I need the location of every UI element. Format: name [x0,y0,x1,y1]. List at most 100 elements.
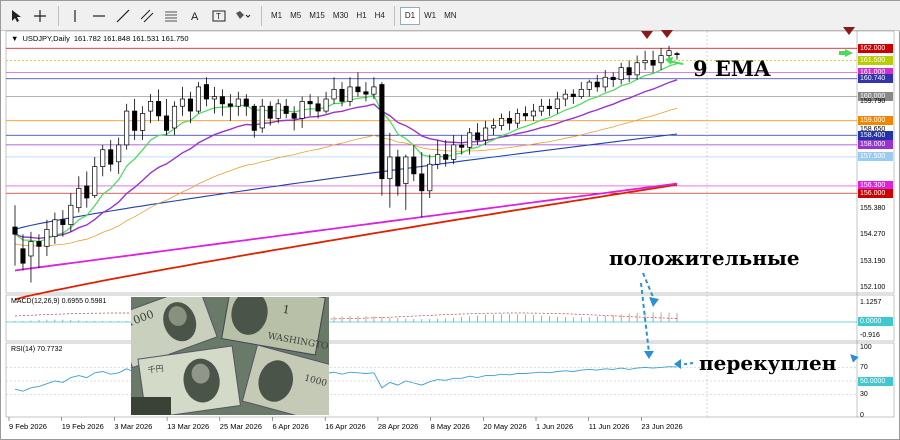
rsi-title: RSI(14) 70.7732 [11,346,63,353]
candle-body [522,113,529,117]
candle-body [307,101,313,105]
candle-body [116,144,122,163]
candle-body [163,115,170,131]
price-label: 157.500 [858,152,893,162]
candle-body [419,173,425,192]
price-label: 156.000 [858,188,893,198]
date-label: 1 Jun 2026 [536,422,574,431]
date-label: 28 Apr 2026 [377,422,419,431]
candle-body [299,101,305,119]
chart-title: ▼ USDJPY,Daily 161.782 161.848 161.531 161… [11,34,193,43]
date-label: 13 Mar 2026 [167,422,210,431]
candle-body [219,96,225,105]
rsi-axis-label: 30 [860,391,868,399]
candle-body [187,98,194,112]
date-label: 20 May 2026 [483,422,527,431]
date-label: 8 May 2026 [430,422,470,431]
date-label: 11 Jun 2026 [588,422,630,431]
price-label: 162.000 [858,43,893,53]
price-label: 153.190 [860,257,886,265]
candle-body [594,81,600,88]
candle-body [602,76,608,88]
candle-body [578,88,584,97]
rsi-axis-label: 0 [860,411,864,419]
candle-body [411,156,417,175]
candle-body [379,84,385,180]
candle-body [156,101,162,117]
candle-body [28,241,34,257]
candle-body [251,105,257,131]
candle-body [132,110,138,131]
yen-photo: 1000 WASHINGTON 1 千円 1000 [131,297,329,415]
candle-body [642,60,648,64]
candle-body [259,105,265,129]
candle-body [203,84,209,100]
rsi-axis-label: 100 [860,343,872,351]
symbol-title: USDJPY,Daily [22,34,70,43]
candle-body [562,93,568,100]
candle-body [530,110,536,117]
candle-body [666,50,672,56]
candle-body [84,185,90,199]
price-label: 154.270 [860,231,886,239]
candle-body [674,53,680,55]
candle-body [626,67,632,76]
candle-body [315,103,321,112]
candle-body [243,98,249,107]
price-label: 152.100 [860,283,886,291]
candle-body [483,127,489,141]
candle-body [498,117,505,126]
candle-body [331,88,337,100]
candle-body [395,156,401,187]
candle-body [20,248,26,264]
candle-body [52,219,58,238]
candle-body [363,91,369,95]
candle-body [275,103,281,119]
candle-body [92,166,98,196]
candle-body [227,103,233,107]
candle-body [60,219,66,225]
date-label: 25 Mar 2026 [219,422,262,431]
candle-body [76,188,82,209]
candle-body [148,101,154,112]
price-label: 158.000 [858,140,893,150]
price-label: 159.790 [860,98,886,106]
candle-body [491,125,497,129]
price-label: 155.380 [860,204,886,212]
candle-body [291,113,297,119]
candle-body [451,144,457,160]
ema-annotation: 9 EMA [693,56,771,81]
candle-body [124,110,130,146]
macd-axis-label: 0.0000 [858,317,893,326]
candle-body [195,86,201,112]
rsi-axis-label: 50.0000 [858,376,893,386]
candle-body [339,88,345,102]
candle-body [371,86,377,95]
candle-body [36,241,42,247]
positive-annotation: положительные [609,246,800,270]
overbought-annotation: перекуплен [699,351,837,375]
candle-body [475,132,481,141]
candle-body [179,98,186,107]
price-label: 161.500 [858,55,893,65]
candle-body [634,62,640,76]
candle-body [323,98,329,112]
candle-body [618,67,624,81]
collapse-triangle-icon: ▼ [11,34,19,43]
candle-body [546,105,552,110]
candle-body [443,154,449,160]
date-label: 9 Feb 2026 [9,422,47,431]
macd-title: MACD(12,26,9) 0.6955 0.5981 [11,298,107,305]
candle-body [211,96,217,100]
candle-body [610,76,616,81]
price-label: 158.400 [858,130,893,140]
candle-body [586,81,592,90]
candle-body [140,113,146,131]
candle-body [171,105,178,129]
date-label: 23 Jun 2026 [641,422,683,431]
candle-body [514,113,521,124]
date-label: 16 Apr 2026 [325,422,366,431]
candle-body [650,60,656,66]
macd-axis-label: 1.1257 [860,299,882,306]
candle-body [467,132,473,148]
